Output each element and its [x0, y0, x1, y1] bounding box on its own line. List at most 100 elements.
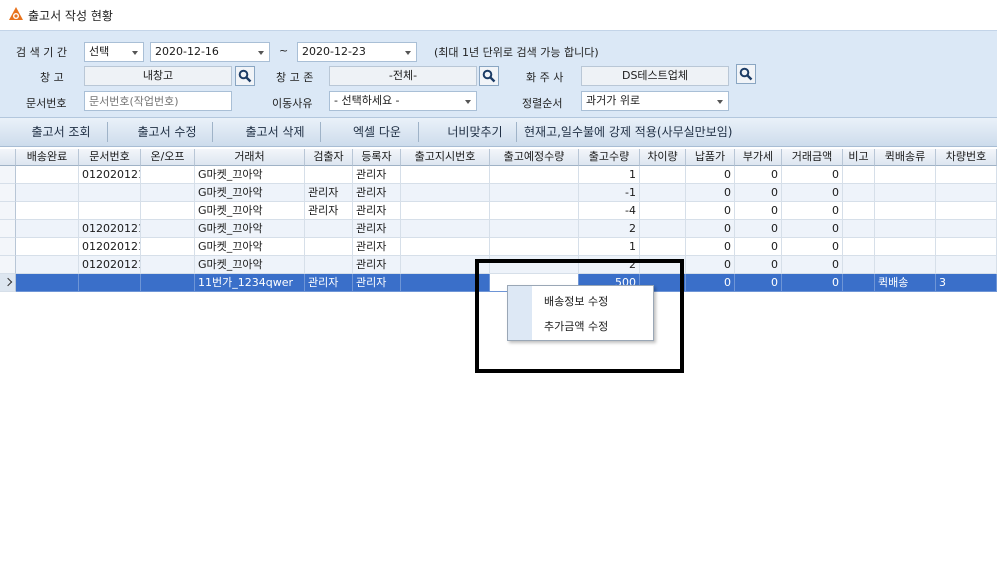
row-indicator[interactable] — [0, 202, 16, 220]
table-cell[interactable] — [16, 220, 79, 238]
table-cell[interactable] — [305, 220, 353, 238]
table-cell[interactable] — [640, 220, 686, 238]
table-cell[interactable]: 0 — [782, 166, 843, 184]
column-header[interactable]: 온/오프 — [141, 149, 195, 166]
column-header[interactable]: 문서번호 — [79, 149, 141, 166]
table-cell[interactable]: 퀵배송 — [875, 274, 936, 292]
warehouse-search-button[interactable] — [235, 66, 255, 86]
reason-select[interactable]: - 선택하세요 - — [329, 91, 477, 111]
table-cell[interactable] — [16, 202, 79, 220]
delete-button[interactable]: 출고서 삭제 — [228, 118, 322, 146]
table-cell[interactable]: -1 — [579, 184, 640, 202]
table-cell[interactable] — [843, 220, 875, 238]
column-header[interactable]: 출고지시번호 — [401, 149, 490, 166]
table-cell[interactable]: G마켓_끄아악 — [195, 166, 305, 184]
row-indicator[interactable] — [0, 238, 16, 256]
table-cell[interactable] — [936, 256, 997, 274]
table-cell[interactable] — [936, 184, 997, 202]
row-indicator[interactable] — [0, 274, 16, 292]
table-cell[interactable]: 0 — [782, 202, 843, 220]
table-cell[interactable]: 3 — [936, 274, 997, 292]
table-cell[interactable]: 0 — [686, 274, 735, 292]
doc-number-input[interactable] — [84, 91, 232, 111]
owner-field[interactable]: DS테스트업체 — [581, 66, 729, 86]
table-cell[interactable] — [16, 184, 79, 202]
table-cell[interactable] — [640, 238, 686, 256]
date-to-picker[interactable]: 2020-12-23 — [297, 42, 417, 62]
table-cell[interactable]: 0 — [686, 202, 735, 220]
table-cell[interactable] — [16, 238, 79, 256]
row-indicator[interactable] — [0, 184, 16, 202]
table-cell[interactable]: 0 — [735, 256, 782, 274]
table-cell[interactable] — [843, 184, 875, 202]
table-cell[interactable]: 관리자 — [305, 202, 353, 220]
excel-download-button[interactable]: 엑셀 다운 — [334, 118, 420, 146]
table-row[interactable]: G마켓_끄아악 관리자 관리자 -4 0 0 0 — [0, 202, 997, 220]
table-row[interactable]: 0120201216-0001G마켓_끄아악관리자1000 — [0, 166, 997, 184]
table-cell[interactable] — [141, 202, 195, 220]
table-cell[interactable] — [401, 202, 490, 220]
table-cell[interactable]: 0 — [735, 202, 782, 220]
table-cell[interactable]: 0 — [782, 184, 843, 202]
table-cell[interactable] — [936, 238, 997, 256]
table-cell[interactable]: 0 — [686, 256, 735, 274]
table-cell[interactable] — [875, 220, 936, 238]
table-cell[interactable] — [490, 166, 579, 184]
zone-field[interactable]: -전체- — [329, 66, 477, 86]
table-cell[interactable]: 11번가_1234qwer — [195, 274, 305, 292]
table-cell[interactable]: 0 — [686, 220, 735, 238]
row-indicator[interactable] — [0, 256, 16, 274]
column-header[interactable]: 차량번호 — [936, 149, 997, 166]
table-row[interactable]: 0120201216-0004G마켓_끄아악관리자1000 — [0, 238, 997, 256]
table-cell[interactable] — [936, 202, 997, 220]
table-row[interactable]: G마켓_끄아악 관리자 관리자 -1 0 0 0 — [0, 184, 997, 202]
table-cell[interactable] — [843, 238, 875, 256]
edit-button[interactable]: 출고서 수정 — [120, 118, 214, 146]
column-header[interactable]: 퀵배송류 — [875, 149, 936, 166]
table-cell[interactable] — [79, 274, 141, 292]
column-header[interactable]: 등록자 — [353, 149, 401, 166]
table-cell[interactable]: 0120201216-0001 — [79, 166, 141, 184]
table-cell[interactable]: 0 — [686, 184, 735, 202]
table-cell[interactable]: 관리자 — [353, 166, 401, 184]
table-cell[interactable] — [141, 274, 195, 292]
column-header[interactable]: 부가세 — [735, 149, 782, 166]
table-cell[interactable] — [141, 238, 195, 256]
table-cell[interactable] — [490, 202, 579, 220]
table-cell[interactable] — [305, 238, 353, 256]
table-cell[interactable] — [936, 220, 997, 238]
table-cell[interactable] — [79, 202, 141, 220]
column-header[interactable]: 검출자 — [305, 149, 353, 166]
table-cell[interactable] — [401, 238, 490, 256]
table-cell[interactable]: 1 — [579, 238, 640, 256]
table-cell[interactable] — [141, 256, 195, 274]
table-cell[interactable]: 관리자 — [353, 202, 401, 220]
table-cell[interactable]: 0 — [735, 166, 782, 184]
table-cell[interactable] — [401, 166, 490, 184]
table-cell[interactable]: 관리자 — [353, 256, 401, 274]
table-cell[interactable] — [875, 202, 936, 220]
sort-select[interactable]: 과거가 위로 — [581, 91, 729, 111]
table-cell[interactable] — [490, 220, 579, 238]
table-cell[interactable] — [490, 238, 579, 256]
date-from-picker[interactable]: 2020-12-16 — [150, 42, 270, 62]
table-cell[interactable]: G마켓_끄아악 — [195, 184, 305, 202]
table-cell[interactable] — [936, 166, 997, 184]
table-cell[interactable]: 관리자 — [305, 274, 353, 292]
table-cell[interactable] — [79, 184, 141, 202]
owner-search-button[interactable] — [736, 64, 756, 84]
table-cell[interactable] — [141, 166, 195, 184]
table-cell[interactable]: 0120201216-0005 — [79, 256, 141, 274]
table-cell[interactable] — [640, 184, 686, 202]
table-cell[interactable]: 관리자 — [353, 238, 401, 256]
table-cell[interactable]: 관리자 — [305, 184, 353, 202]
table-cell[interactable] — [141, 184, 195, 202]
table-cell[interactable]: 관리자 — [353, 220, 401, 238]
table-cell[interactable]: G마켓_끄아악 — [195, 256, 305, 274]
table-cell[interactable] — [16, 274, 79, 292]
table-cell[interactable]: 0 — [735, 274, 782, 292]
column-header[interactable]: 차이량 — [640, 149, 686, 166]
column-header[interactable]: 납품가 — [686, 149, 735, 166]
table-cell[interactable] — [141, 220, 195, 238]
table-cell[interactable]: 관리자 — [353, 274, 401, 292]
